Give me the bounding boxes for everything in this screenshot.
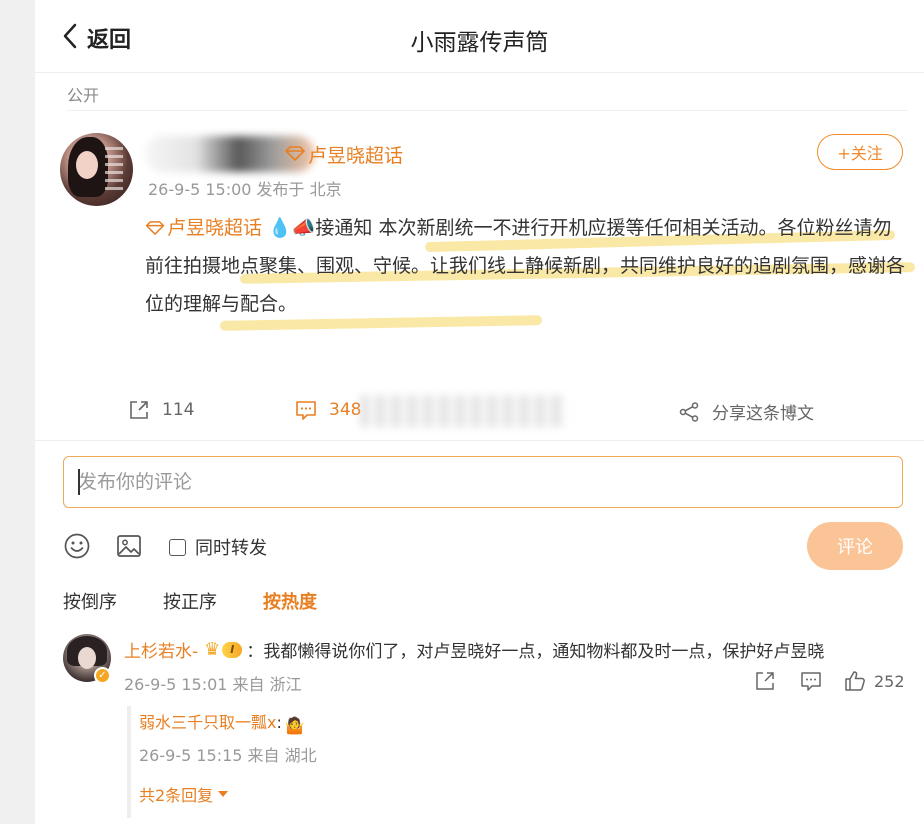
- post-meta: 26-9-5 15:00 发布于 北京: [148, 180, 342, 199]
- repost-action[interactable]: 114: [128, 399, 194, 421]
- image-icon: [117, 535, 141, 557]
- comment-icon: [801, 672, 821, 691]
- comment-meta: 26-9-5 15:01 来自 浙江: [124, 675, 302, 694]
- divider: [67, 110, 908, 111]
- left-gutter: [0, 0, 35, 824]
- sort-reverse[interactable]: 按倒序: [63, 588, 117, 614]
- shrug-emoji: 🤷: [284, 716, 305, 735]
- emoji-button[interactable]: [63, 532, 91, 564]
- image-button[interactable]: [115, 532, 143, 564]
- author-avatar[interactable]: [60, 133, 133, 206]
- comment-icon: [296, 401, 316, 420]
- level-badge: I: [222, 641, 243, 658]
- megaphone-emoji: 📣: [291, 217, 316, 239]
- submit-comment-button[interactable]: 评论: [807, 522, 903, 570]
- post-content: 卢昱晓超话 💧📣接通知 本次新剧统一不进行开机应援等任何相关活动。各位粉丝请勿前…: [145, 209, 905, 323]
- follow-button[interactable]: +关注: [817, 134, 903, 170]
- repost-checkbox-label: 同时转发: [195, 538, 267, 559]
- checkbox-icon: [169, 538, 186, 556]
- comment-text: ：我都懒得说你们了，对卢昱晓好一点，通知物料都及时一点，保护好卢昱晓: [246, 642, 825, 662]
- repost-checkbox[interactable]: 同时转发: [169, 534, 267, 560]
- visibility-label: 公开: [67, 86, 100, 105]
- diamond-icon: [285, 145, 305, 165]
- text-caret: [78, 469, 80, 495]
- diamond-icon: [145, 221, 165, 235]
- verified-badge-icon: ✓: [94, 667, 111, 684]
- smiley-icon: [64, 533, 90, 559]
- comment-count: 348: [329, 400, 362, 420]
- supertopic-tag[interactable]: 卢昱晓超话: [285, 141, 403, 168]
- comment-line: 上杉若水- ♛ I ：我都懒得说你们了，对卢昱晓好一点，通知物料都及时一点，保护…: [124, 637, 824, 662]
- sort-forward[interactable]: 按正序: [163, 588, 217, 614]
- reply-thread-bar: [127, 706, 131, 818]
- share-label: 分享这条博文: [712, 404, 814, 424]
- inline-supertopic-label: 卢昱晓超话: [167, 217, 263, 239]
- post-detail-page: 返回 小雨露传声筒 公开 卢昱晓超话 26-9-5 15:00 发布于 北京 +…: [35, 0, 924, 824]
- comment-like-button[interactable]: [844, 670, 866, 696]
- like-count: 252: [874, 672, 905, 691]
- divider: [35, 440, 924, 441]
- reply-user[interactable]: 弱水三千只取一瓢x: [139, 713, 276, 732]
- commenter-name[interactable]: 上杉若水-: [124, 637, 198, 662]
- comment-repost-button[interactable]: [754, 670, 776, 696]
- more-replies-link[interactable]: 共2条回复: [139, 782, 229, 806]
- reply-text: :: [276, 713, 282, 732]
- inline-supertopic[interactable]: 卢昱晓超话: [145, 217, 262, 239]
- thumbs-up-icon: [845, 671, 865, 691]
- crown-icon: ♛: [204, 639, 221, 660]
- reply-line: 弱水三千只取一瓢x: 🤷: [139, 709, 305, 735]
- redacted-region: [360, 395, 565, 427]
- share-icon: [679, 401, 699, 422]
- comment-reply-button[interactable]: [800, 670, 822, 696]
- repost-icon: [130, 401, 148, 419]
- sort-hot[interactable]: 按热度: [263, 588, 317, 614]
- top-bar: 返回 小雨露传声筒: [35, 0, 924, 73]
- supertopic-label: 卢昱晓超话: [308, 145, 404, 167]
- vip-badge: ♛ I: [204, 639, 243, 660]
- page-title: 小雨露传声筒: [410, 30, 549, 56]
- repost-count: 114: [162, 400, 195, 420]
- more-replies-label: 共2条回复: [139, 786, 214, 805]
- repost-icon: [756, 672, 774, 690]
- comment-action[interactable]: 348: [295, 399, 361, 421]
- comment-input[interactable]: [63, 456, 903, 508]
- droplet-emoji: 💧: [268, 217, 292, 239]
- reply-meta: 26-9-5 15:15 来自 湖北: [139, 746, 317, 765]
- share-action[interactable]: 分享这条博文: [678, 399, 814, 424]
- caret-down-icon: [218, 791, 229, 797]
